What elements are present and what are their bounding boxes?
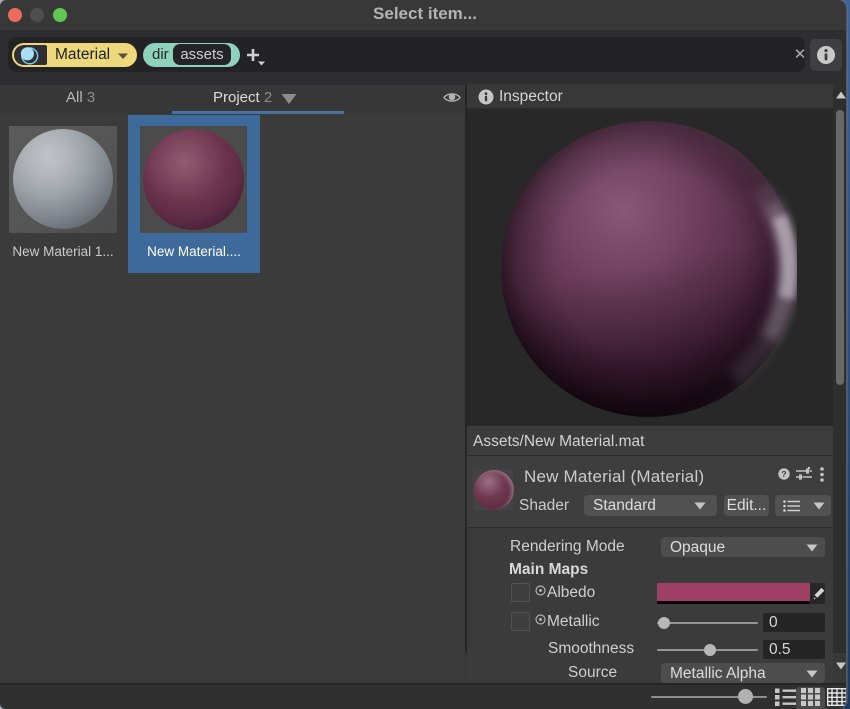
svg-text:?: ? [781,469,786,479]
